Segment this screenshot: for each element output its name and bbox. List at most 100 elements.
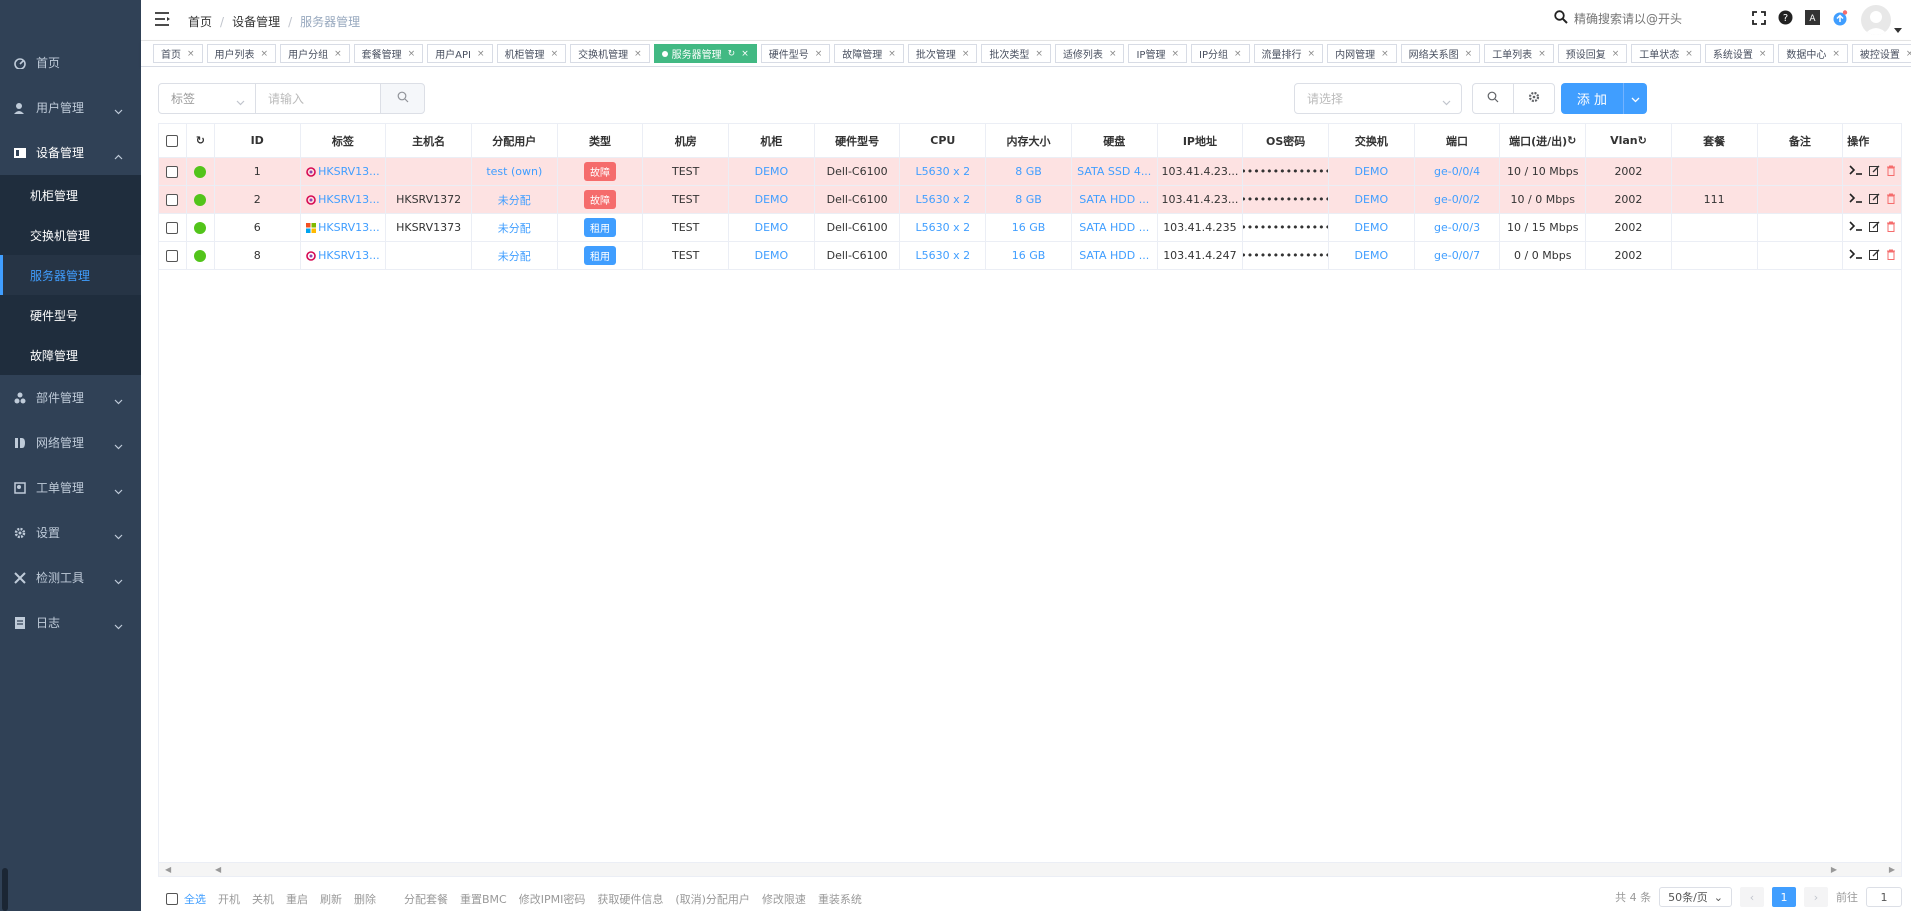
cell-disk[interactable]: SATA HDD ...: [1072, 214, 1158, 241]
sidebar-item-devices[interactable]: 设备管理: [0, 130, 141, 175]
batch-action-6[interactable]: 分配套餐: [404, 891, 448, 907]
cell-port[interactable]: ge-0/0/2: [1415, 186, 1501, 213]
font-size-icon[interactable]: A: [1804, 9, 1821, 26]
close-icon[interactable]: ×: [477, 49, 485, 59]
batch-action-3[interactable]: 重启: [286, 891, 308, 907]
cell-cpu[interactable]: L5630 x 2: [900, 158, 987, 185]
edit-icon[interactable]: [1868, 165, 1880, 179]
cell-rack[interactable]: DEMO: [729, 214, 815, 241]
terminal-icon[interactable]: [1849, 165, 1863, 178]
next-page-button[interactable]: ›: [1804, 887, 1828, 907]
add-dropdown-button[interactable]: [1623, 83, 1647, 114]
terminal-icon[interactable]: [1849, 193, 1863, 206]
row-checkbox[interactable]: [166, 249, 179, 262]
add-button[interactable]: 添 加: [1561, 83, 1623, 114]
cell-port[interactable]: ge-0/0/3: [1415, 214, 1501, 241]
cell-disk[interactable]: SATA SSD 4...: [1072, 158, 1158, 185]
sidebar-sub-servers[interactable]: 服务器管理: [0, 255, 141, 295]
upload-icon[interactable]: [1831, 9, 1848, 26]
tab-0[interactable]: 首页 ×: [153, 44, 203, 63]
breadcrumb-devices[interactable]: 设备管理: [232, 13, 280, 30]
sidebar-item-settings[interactable]: 设置: [0, 510, 141, 555]
scroll-left-icon[interactable]: ◀: [165, 865, 171, 874]
table-row[interactable]: 1 HKSRV13... test (own) 故障 TEST DEMO Dell-C610…: [159, 158, 1901, 186]
cell-port[interactable]: ge-0/0/7: [1415, 242, 1501, 269]
batch-action-7[interactable]: 重置BMC: [460, 891, 507, 907]
close-icon[interactable]: ×: [1685, 49, 1693, 59]
page-size-select[interactable]: 50条/页 ⌄: [1659, 887, 1732, 907]
cell-cpu[interactable]: L5630 x 2: [900, 214, 987, 241]
batch-action-8[interactable]: 修改IPMI密码: [519, 891, 586, 907]
cell-tag[interactable]: HKSRV13...: [301, 158, 387, 185]
cell-cpu[interactable]: L5630 x 2: [900, 186, 987, 213]
batch-action-2[interactable]: 关机: [252, 891, 274, 907]
cell-user[interactable]: 未分配: [472, 214, 558, 241]
horizontal-scrollbar[interactable]: ◀ ◀ ▶ ▶: [159, 862, 1901, 876]
close-icon[interactable]: ×: [408, 49, 416, 59]
refresh-icon[interactable]: ↻: [1638, 134, 1647, 147]
tab-7[interactable]: 服务器管理 ↻ ×: [653, 44, 757, 63]
close-icon[interactable]: ×: [334, 49, 342, 59]
delete-icon[interactable]: [1886, 249, 1896, 263]
sidebar-sub-faults[interactable]: 故障管理: [0, 335, 141, 375]
tab-8[interactable]: 硬件型号 ×: [760, 44, 831, 63]
page-1-button[interactable]: 1: [1772, 887, 1796, 907]
refresh-icon[interactable]: ↻: [196, 134, 205, 147]
sidebar-sub-racks[interactable]: 机柜管理: [0, 175, 141, 215]
cell-user[interactable]: 未分配: [472, 242, 558, 269]
select-all-checkbox[interactable]: [166, 893, 178, 905]
cell-mem[interactable]: 8 GB: [986, 186, 1072, 213]
delete-icon[interactable]: [1886, 193, 1896, 207]
tab-6[interactable]: 交换机管理 ×: [570, 44, 650, 63]
sidebar-item-users[interactable]: 用户管理: [0, 85, 141, 130]
cell-mem[interactable]: 16 GB: [986, 242, 1072, 269]
sidebar-item-tickets[interactable]: 工单管理: [0, 465, 141, 510]
sidebar-item-logs[interactable]: 日志: [0, 600, 141, 645]
right-search-button[interactable]: [1472, 83, 1514, 114]
tab-9[interactable]: 故障管理 ×: [834, 44, 904, 63]
cell-tag[interactable]: HKSRV13...: [301, 214, 387, 241]
close-icon[interactable]: ×: [1171, 49, 1179, 59]
tab-10[interactable]: 批次管理 ×: [907, 44, 978, 63]
row-checkbox[interactable]: [166, 221, 179, 234]
tab-4[interactable]: 用户API ×: [427, 44, 493, 63]
cell-rack[interactable]: DEMO: [729, 186, 815, 213]
batch-action-11[interactable]: 修改限速: [762, 891, 806, 907]
batch-action-10[interactable]: (取消)分配用户: [675, 891, 750, 907]
tab-11[interactable]: 批次类型 ×: [981, 44, 1051, 63]
refresh-icon[interactable]: ↻: [1567, 134, 1576, 147]
close-icon[interactable]: ×: [261, 49, 269, 59]
caret-down-icon[interactable]: [1894, 22, 1902, 36]
tab-13[interactable]: IP管理 ×: [1128, 44, 1188, 63]
close-icon[interactable]: ×: [962, 49, 970, 59]
close-icon[interactable]: ×: [634, 49, 642, 59]
batch-action-5[interactable]: 删除: [354, 891, 376, 907]
avatar[interactable]: [1861, 5, 1891, 35]
tab-14[interactable]: IP分组 ×: [1191, 44, 1250, 63]
column-settings-button[interactable]: [1513, 83, 1555, 114]
fullscreen-icon[interactable]: [1750, 9, 1767, 26]
batch-action-12[interactable]: 重装系统: [818, 891, 862, 907]
cell-mem[interactable]: 8 GB: [986, 158, 1072, 185]
delete-icon[interactable]: [1886, 221, 1896, 235]
close-icon[interactable]: ×: [1612, 49, 1620, 59]
terminal-icon[interactable]: [1849, 249, 1863, 262]
tab-18[interactable]: 工单列表 ×: [1484, 44, 1554, 63]
cell-disk[interactable]: SATA HDD ...: [1072, 242, 1158, 269]
cell-rack[interactable]: DEMO: [729, 158, 815, 185]
filter-select[interactable]: 标签: [158, 83, 256, 114]
close-icon[interactable]: ×: [741, 49, 749, 59]
search-input[interactable]: 请输入: [255, 83, 381, 114]
search-icon[interactable]: [1554, 10, 1568, 27]
search-button[interactable]: [380, 83, 425, 114]
close-icon[interactable]: ×: [551, 49, 559, 59]
prev-page-button[interactable]: ‹: [1740, 887, 1764, 907]
close-icon[interactable]: ×: [1109, 49, 1117, 59]
delete-icon[interactable]: [1886, 165, 1896, 179]
tab-1[interactable]: 用户列表 ×: [206, 44, 277, 63]
close-icon[interactable]: ×: [1035, 49, 1043, 59]
sidebar-sub-hardware-models[interactable]: 硬件型号: [0, 295, 141, 335]
close-icon[interactable]: ×: [1465, 49, 1473, 59]
cell-user[interactable]: 未分配: [472, 186, 558, 213]
refresh-icon[interactable]: ↻: [728, 49, 736, 59]
